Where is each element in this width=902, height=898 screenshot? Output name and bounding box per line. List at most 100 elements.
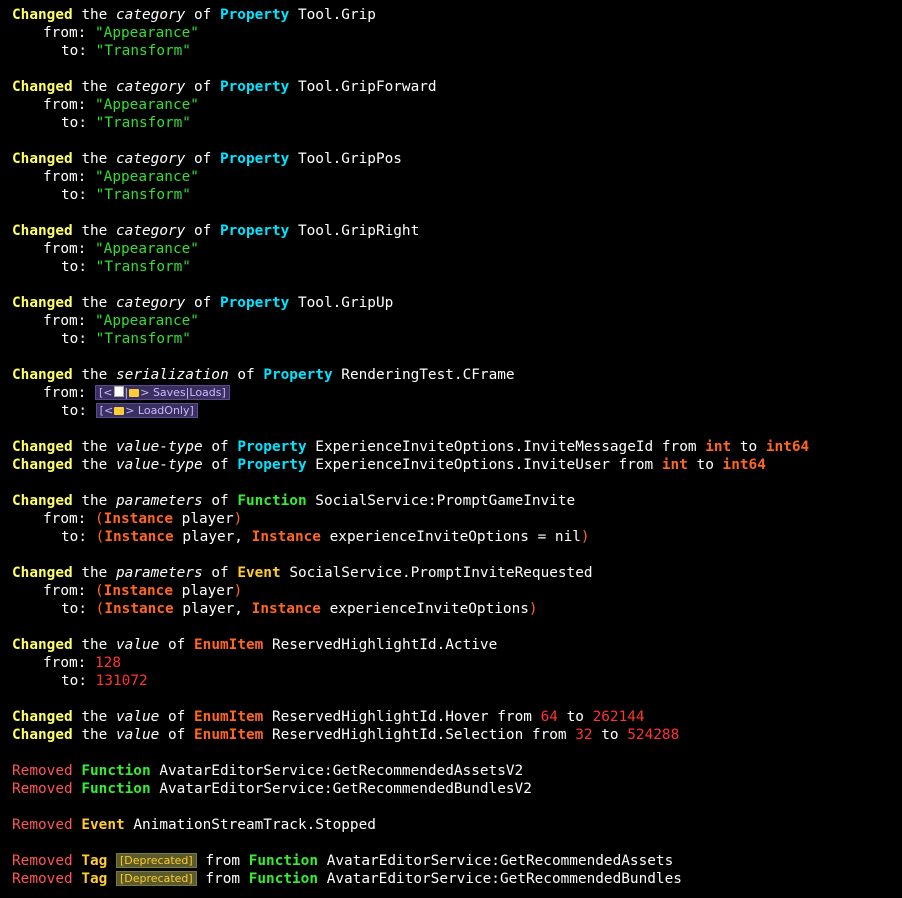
from-line: from: 128 bbox=[12, 654, 902, 672]
from-line: from: "Appearance" bbox=[12, 24, 902, 42]
from-label: from: bbox=[43, 313, 87, 329]
folder-icon bbox=[114, 407, 125, 415]
field-name: serialization bbox=[116, 367, 229, 383]
changelog: Changed the category of Property Tool.Gr… bbox=[0, 0, 902, 888]
field-name: value-type bbox=[116, 439, 203, 455]
word-to: to bbox=[739, 439, 758, 455]
field-name: category bbox=[116, 295, 186, 311]
param-type: Instance bbox=[251, 601, 321, 617]
change-line: Changed the serialization of Property Re… bbox=[12, 366, 902, 384]
change-line: Changed the category of Property Tool.Gr… bbox=[12, 6, 902, 24]
from-label: from: bbox=[43, 655, 87, 671]
member-kind-function: Function bbox=[237, 493, 307, 509]
changed-keyword: Changed bbox=[12, 565, 73, 581]
change-line: Changed the value-type of Property Exper… bbox=[12, 438, 902, 456]
to-value: 262144 bbox=[592, 709, 645, 725]
to-value: 131072 bbox=[95, 673, 148, 689]
member-name: ReservedHighlightId.Active bbox=[271, 637, 498, 653]
field-name: value-type bbox=[116, 457, 203, 473]
flag-arrow: > bbox=[140, 386, 150, 399]
word-from: from bbox=[205, 853, 241, 869]
change-line: Changed the value of EnumItem ReservedHi… bbox=[12, 708, 902, 726]
change-line: Changed the parameters of Event SocialSe… bbox=[12, 564, 902, 582]
param-type: Instance bbox=[104, 601, 174, 617]
changed-keyword: Changed bbox=[12, 457, 73, 473]
to-line: to: (Instance player, Instance experienc… bbox=[61, 601, 538, 617]
word-the: the bbox=[81, 565, 108, 581]
member-kind-function: Function bbox=[248, 871, 319, 887]
change-line: Changed the category of Property Tool.Gr… bbox=[12, 294, 902, 312]
field-name: parameters bbox=[116, 565, 203, 581]
changed-keyword: Changed bbox=[12, 637, 73, 653]
word-of: of bbox=[211, 565, 229, 581]
word-of: of bbox=[237, 367, 255, 383]
removed-keyword: Removed bbox=[12, 871, 73, 887]
from-line: from: "Appearance" bbox=[12, 240, 902, 258]
from-type: int bbox=[705, 439, 732, 455]
from-value: "Appearance" bbox=[95, 97, 199, 113]
removed-line: Removed Tag [Deprecated] from Function A… bbox=[12, 870, 902, 888]
changed-keyword: Changed bbox=[12, 493, 73, 509]
word-to: to bbox=[696, 457, 714, 473]
to-line: to: "Transform" bbox=[12, 258, 902, 276]
to-label: to: bbox=[61, 259, 87, 275]
to-label: to: bbox=[61, 43, 87, 59]
word-of: of bbox=[211, 457, 229, 473]
flag-separator: | bbox=[124, 386, 129, 399]
member-name: Tool.GripUp bbox=[297, 295, 394, 311]
serialization-flag-to: [< > LoadOnly] bbox=[95, 403, 198, 418]
word-the: the bbox=[81, 637, 108, 653]
from-label: from: bbox=[43, 385, 87, 401]
changed-keyword: Changed bbox=[12, 151, 73, 167]
member-kind-tag: Tag bbox=[81, 871, 108, 887]
to-value: "Transform" bbox=[95, 259, 191, 275]
from-label: from: bbox=[43, 511, 87, 527]
to-value: "Transform" bbox=[95, 331, 191, 347]
changed-keyword: Changed bbox=[12, 7, 73, 23]
word-to: to bbox=[601, 727, 619, 743]
word-from: from bbox=[205, 871, 241, 887]
to-value: "Transform" bbox=[95, 43, 191, 59]
word-of: of bbox=[168, 637, 186, 653]
to-type: int64 bbox=[765, 439, 810, 455]
from-value: "Appearance" bbox=[95, 25, 199, 41]
member-name: AnimationStreamTrack.Stopped bbox=[133, 817, 376, 833]
word-of: of bbox=[193, 79, 212, 95]
word-of: of bbox=[193, 7, 212, 23]
word-the: the bbox=[81, 151, 108, 167]
from-label: from: bbox=[43, 169, 87, 185]
to-line: to: [< > LoadOnly] bbox=[12, 402, 902, 420]
param-type: Instance bbox=[103, 583, 173, 599]
change-line: Changed the category of Property Tool.Gr… bbox=[12, 78, 902, 96]
to-line: to: 131072 bbox=[12, 672, 902, 690]
word-the: the bbox=[81, 439, 108, 455]
flag-open: [< bbox=[99, 404, 114, 417]
to-line: to: (Instance player, Instance experienc… bbox=[61, 529, 590, 545]
member-name: ExperienceInviteOptions.InviteUser bbox=[315, 457, 610, 473]
word-the: the bbox=[81, 493, 108, 509]
from-line: from: "Appearance" bbox=[12, 96, 902, 114]
flag-arrow: > bbox=[125, 404, 135, 417]
to-label: to: bbox=[61, 403, 87, 419]
folder-icon bbox=[129, 389, 140, 397]
to-label: to: bbox=[61, 115, 87, 131]
changed-keyword: Changed bbox=[12, 295, 73, 311]
flag-text: Saves|Loads] bbox=[152, 386, 226, 399]
member-kind-property: Property bbox=[219, 151, 290, 167]
to-type: int64 bbox=[722, 457, 766, 473]
member-kind-property: Property bbox=[219, 79, 290, 95]
member-kind-function: Function bbox=[81, 781, 151, 797]
member-name: ReservedHighlightId.Selection bbox=[271, 727, 524, 743]
from-value: 64 bbox=[540, 709, 558, 725]
from-value: "Appearance" bbox=[95, 313, 199, 329]
from-value: "Appearance" bbox=[95, 241, 199, 257]
word-the: the bbox=[81, 457, 108, 473]
changed-keyword: Changed bbox=[12, 79, 73, 95]
member-name: Tool.Grip bbox=[297, 7, 376, 23]
member-name: AvatarEditorService:GetRecommendedAssets… bbox=[159, 763, 524, 779]
member-kind-enumitem: EnumItem bbox=[194, 727, 264, 743]
to-label: to: bbox=[61, 187, 87, 203]
member-kind-property: Property bbox=[237, 457, 307, 473]
param-name: player, bbox=[182, 601, 243, 617]
word-from: from bbox=[618, 457, 654, 473]
